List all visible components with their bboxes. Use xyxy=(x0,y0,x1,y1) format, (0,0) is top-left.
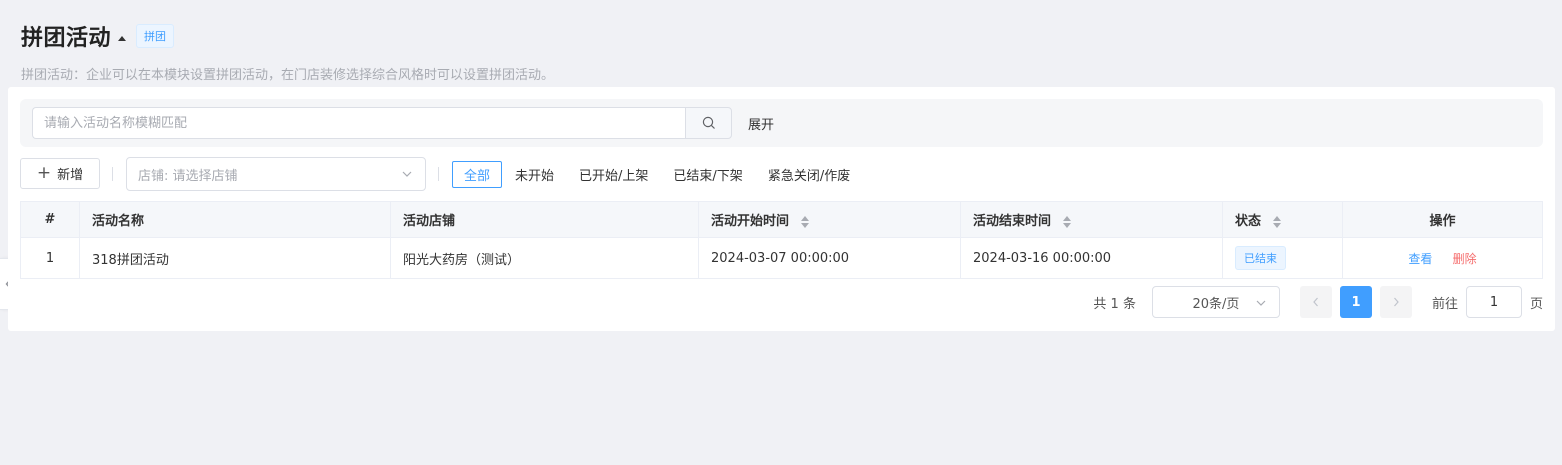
sort-icon[interactable] xyxy=(800,215,810,229)
chevron-left-icon xyxy=(1313,297,1318,307)
pagination-total: 共 1 条 xyxy=(1093,296,1136,312)
content-card: 展开 + 新增 店铺: 请选择店铺 全部 未开始 已开始/上架 已结束/下架 紧… xyxy=(8,87,1555,331)
sort-icon[interactable] xyxy=(1062,215,1072,229)
toolbar-divider xyxy=(438,167,439,181)
page-size-value: 20条/页 xyxy=(1192,296,1240,312)
goto-label: 前往 xyxy=(1431,296,1458,312)
col-actions: 操作 xyxy=(1342,201,1543,238)
col-end-time-label: 活动结束时间 xyxy=(973,214,1052,229)
cell-status: 已结束 xyxy=(1222,237,1343,279)
cell-actions: 查看 删除 xyxy=(1342,237,1543,279)
chevron-down-icon xyxy=(1256,300,1266,306)
page-header: 拼团活动 拼团 拼团活动：企业可以在本模块设置拼团活动，在门店装修选择综合风格时… xyxy=(21,20,554,83)
store-select-placeholder: 店铺: 请选择店铺 xyxy=(138,168,238,184)
cell-name: 318拼团活动 xyxy=(79,237,391,279)
title-row: 拼团活动 拼团 xyxy=(21,20,554,52)
search-icon xyxy=(702,116,715,129)
search-input[interactable] xyxy=(32,107,686,139)
col-status[interactable]: 状态 xyxy=(1222,201,1343,238)
tab-ended[interactable]: 已结束/下架 xyxy=(661,161,754,188)
chevron-right-icon xyxy=(1394,297,1399,307)
col-index: # xyxy=(20,201,80,238)
page-number-button[interactable]: 1 xyxy=(1339,286,1372,318)
col-status-label: 状态 xyxy=(1235,214,1262,229)
page-title: 拼团活动 xyxy=(21,26,112,51)
col-name: 活动名称 xyxy=(79,201,391,238)
view-button[interactable]: 查看 xyxy=(1408,252,1432,266)
add-button-label: 新增 xyxy=(57,168,84,183)
table-header-row: # 活动名称 活动店铺 活动开始时间 活动结束时间 状态 操作 xyxy=(20,201,1543,238)
page-size-select[interactable]: 20条/页 xyxy=(1151,286,1280,318)
prev-page-button[interactable] xyxy=(1299,286,1332,318)
cell-end-time: 2024-03-16 00:00:00 xyxy=(960,237,1223,279)
next-page-button[interactable] xyxy=(1379,286,1412,318)
goto-page-input[interactable] xyxy=(1465,286,1522,318)
expand-link[interactable]: 展开 xyxy=(748,114,774,133)
tab-not-started[interactable]: 未开始 xyxy=(503,161,566,188)
table-row: 1 318拼团活动 阳光大药房（测试） 2024-03-07 00:00:00 … xyxy=(20,237,1543,279)
toolbar: + 新增 店铺: 请选择店铺 全部 未开始 已开始/上架 已结束/下架 紧急关闭… xyxy=(20,157,1543,191)
store-select[interactable]: 店铺: 请选择店铺 xyxy=(126,157,426,191)
cell-start-time: 2024-03-07 00:00:00 xyxy=(698,237,961,279)
sort-icon[interactable] xyxy=(1272,215,1282,229)
cell-store: 阳光大药房（测试） xyxy=(390,237,699,279)
goto-suffix: 页 xyxy=(1529,296,1543,312)
title-badge: 拼团 xyxy=(136,24,175,48)
delete-button[interactable]: 删除 xyxy=(1453,252,1477,266)
col-start-time[interactable]: 活动开始时间 xyxy=(698,201,961,238)
page-subtitle: 拼团活动：企业可以在本模块设置拼团活动，在门店装修选择综合风格时可以设置拼团活动… xyxy=(21,68,555,83)
add-button[interactable]: + 新增 xyxy=(20,158,100,189)
cell-index: 1 xyxy=(20,237,80,279)
toolbar-divider xyxy=(112,167,113,181)
chevron-down-icon xyxy=(402,171,412,177)
status-tabs: 全部 未开始 已开始/上架 已结束/下架 紧急关闭/作废 xyxy=(452,161,863,188)
tab-closed[interactable]: 紧急关闭/作废 xyxy=(756,161,862,188)
tab-all[interactable]: 全部 xyxy=(452,161,503,188)
caret-up-icon[interactable] xyxy=(118,35,127,41)
col-end-time[interactable]: 活动结束时间 xyxy=(960,201,1223,238)
plus-icon: + xyxy=(36,163,52,183)
pagination: 共 1 条 20条/页 1 前往 页 xyxy=(1093,286,1543,318)
search-button[interactable] xyxy=(685,107,732,139)
search-bar: 展开 xyxy=(20,99,1543,147)
status-badge: 已结束 xyxy=(1235,246,1286,270)
col-start-time-label: 活动开始时间 xyxy=(711,214,790,229)
col-store: 活动店铺 xyxy=(390,201,699,238)
tab-started[interactable]: 已开始/上架 xyxy=(567,161,660,188)
activity-table: # 活动名称 活动店铺 活动开始时间 活动结束时间 状态 操作 1 318拼团活… xyxy=(20,201,1543,279)
